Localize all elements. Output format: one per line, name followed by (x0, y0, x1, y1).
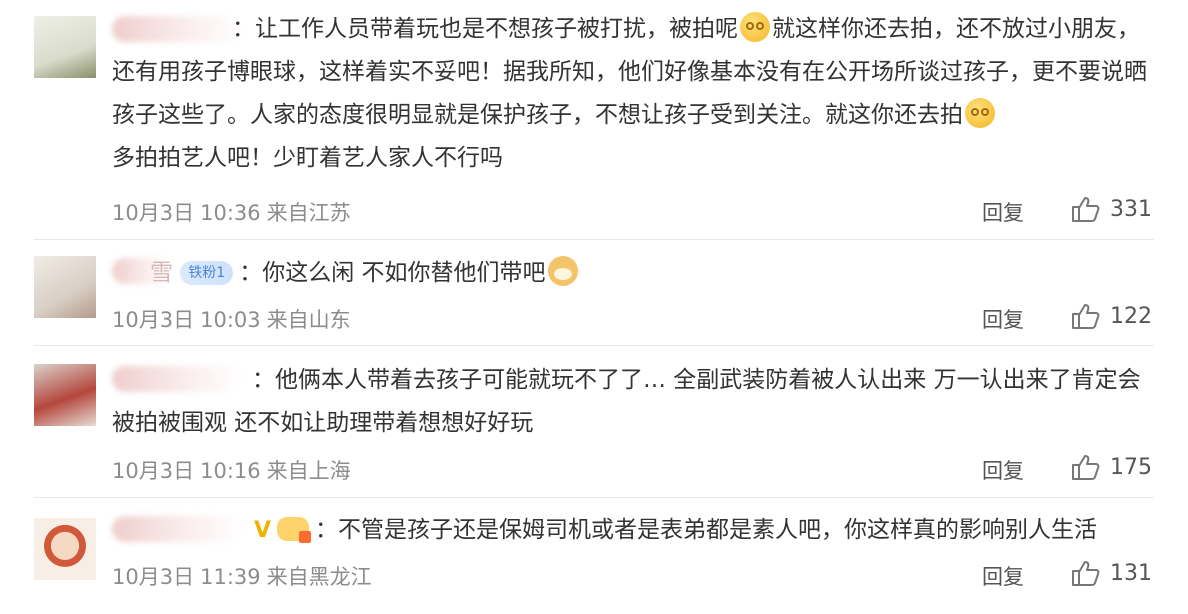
comment-location: 来自黑龙江 (266, 565, 372, 589)
comment-location: 来自山东 (266, 308, 351, 332)
avatar[interactable] (34, 256, 96, 318)
comment-date: 10月3日 (112, 201, 195, 225)
like-count: 331 (1110, 197, 1152, 222)
doge-emoji-icon (547, 256, 578, 286)
comment-date: 10月3日 (112, 459, 195, 483)
verified-v-icon: V (254, 518, 272, 543)
comment-meta: 10月3日 10:36 来自江苏 (112, 197, 357, 227)
comment-location: 来自江苏 (266, 201, 351, 225)
divider (34, 345, 1154, 346)
comment-date: 10月3日 (112, 308, 195, 332)
like-count: 131 (1110, 561, 1152, 586)
comment-meta: 10月3日 10:16 来自上海 (112, 455, 357, 485)
reply-button[interactable]: 回复 (982, 561, 1024, 591)
avatar[interactable] (34, 16, 96, 78)
comment-text: 雪 铁粉1 ：你这么闲 不如你替他们带吧 (112, 252, 1152, 295)
avatar[interactable] (34, 518, 96, 580)
thumbs-up-icon[interactable] (1070, 302, 1100, 330)
reply-button[interactable]: 回复 (982, 197, 1024, 227)
comment-text-part-1: ：让工作人员带着玩也是不想孩子被打扰，被拍呢 (232, 16, 738, 42)
thumbs-up-icon[interactable] (1070, 559, 1100, 587)
comment-time: 10:16 (200, 459, 261, 483)
comment-text: ：让工作人员带着玩也是不想孩子被打扰，被拍呢 就这样你还去拍，还不放过小朋友，还有… (112, 8, 1152, 180)
like-count: 122 (1110, 304, 1152, 329)
gold-badge-icon (277, 517, 312, 543)
comment-meta: 10月3日 10:03 来自山东 (112, 304, 357, 334)
comment-text-part-1: ：他俩本人带着去孩子可能就玩不了了… 全副武装防着被人认出来 万一认出来了肯定会… (112, 367, 1141, 436)
reply-button[interactable]: 回复 (982, 304, 1024, 334)
reply-button[interactable]: 回复 (982, 455, 1024, 485)
comment-time: 10:36 (200, 201, 261, 225)
dizzy-face-emoji-icon (740, 12, 770, 42)
thumbs-up-icon[interactable] (1070, 453, 1100, 481)
comment-text-part-1: ：不管是孩子还是保姆司机或者是表弟都是素人吧，你这样真的影响别人生活 (315, 517, 1098, 543)
comment-location: 来自上海 (266, 459, 351, 483)
avatar[interactable] (34, 364, 96, 426)
like-count: 175 (1110, 455, 1152, 480)
thumbs-up-icon[interactable] (1070, 195, 1100, 223)
comment-date: 10月3日 (112, 565, 195, 589)
comment-time: 10:03 (200, 308, 261, 332)
fan-badge-label: 铁粉1 (188, 265, 226, 281)
fan-badge-icon: 铁粉1 (180, 261, 234, 285)
comment-text: ：他俩本人带着去孩子可能就玩不了了… 全副武装防着被人认出来 万一认出来了肯定会… (112, 359, 1152, 445)
comment-text-part-1: ：你这么闲 不如你替他们带吧 (239, 260, 546, 286)
divider (34, 239, 1154, 240)
comment-text: V ：不管是孩子还是保姆司机或者是表弟都是素人吧，你这样真的影响别人生活 (112, 509, 1152, 552)
comment-meta: 10月3日 11:39 来自黑龙江 (112, 561, 378, 591)
username-fragment[interactable]: 雪 (150, 260, 173, 286)
comment-time: 11:39 (200, 565, 261, 589)
comment-text-part-3: 多拍拍艺人吧！少盯着艺人家人不行吗 (112, 145, 503, 171)
divider (34, 497, 1154, 498)
dizzy-face-emoji-icon (965, 98, 995, 128)
